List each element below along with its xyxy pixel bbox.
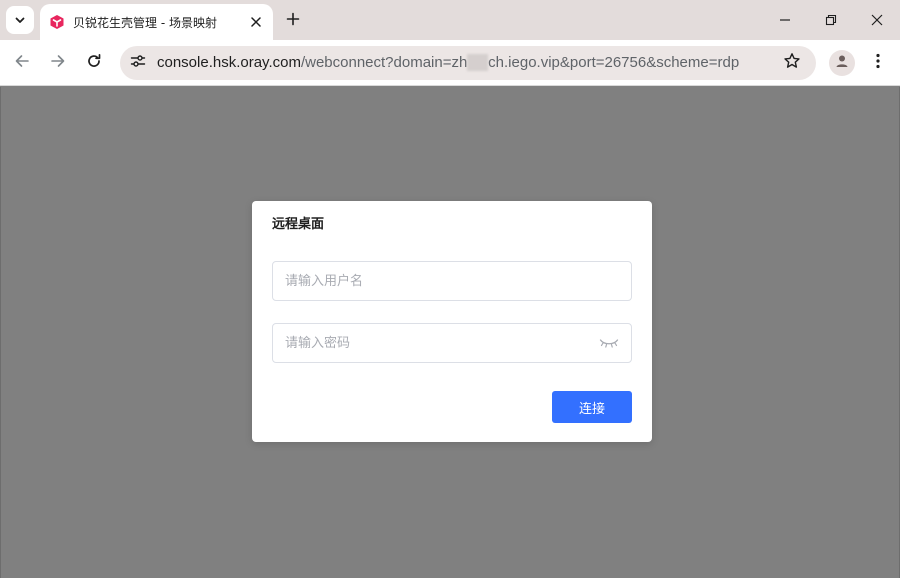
star-icon	[783, 52, 801, 74]
chevron-down-icon	[14, 11, 26, 30]
forward-button[interactable]	[43, 48, 73, 78]
plus-icon	[286, 11, 300, 30]
arrow-left-icon	[14, 53, 30, 73]
profile-button[interactable]	[829, 50, 855, 76]
url-host: console.hsk.oray.com	[157, 54, 301, 71]
username-field	[272, 261, 632, 301]
url-path-start: /webconnect?domain=zh	[300, 54, 468, 71]
address-bar[interactable]: console.hsk.oray.com/webconnect?domain=z…	[120, 46, 816, 80]
more-vert-icon	[876, 53, 880, 73]
site-info-button[interactable]	[126, 51, 150, 75]
tab-strip: 贝锐花生壳管理 - 场景映射	[0, 0, 900, 40]
new-tab-button[interactable]	[281, 8, 305, 32]
browser-toolbar: console.hsk.oray.com/webconnect?domain=z…	[0, 40, 900, 86]
username-input[interactable]	[273, 262, 573, 300]
minimize-icon	[779, 11, 791, 30]
tab-search-button[interactable]	[6, 6, 34, 34]
connect-button[interactable]: 连接	[552, 391, 632, 423]
person-icon	[834, 53, 850, 73]
oray-logo-icon	[49, 14, 65, 30]
tab-title: 贝锐花生壳管理 - 场景映射	[73, 15, 217, 30]
password-field	[272, 323, 632, 363]
url-text[interactable]: console.hsk.oray.com/webconnect?domain=z…	[157, 54, 739, 72]
close-icon	[871, 11, 883, 30]
arrow-right-icon	[50, 53, 66, 73]
close-icon[interactable]	[247, 13, 265, 31]
minimize-button[interactable]	[762, 0, 808, 40]
dialog-title: 远程桌面	[272, 217, 325, 232]
browser-menu-button[interactable]	[866, 50, 890, 76]
reload-button[interactable]	[79, 48, 109, 78]
tune-icon	[130, 53, 146, 73]
reload-icon	[86, 53, 102, 73]
url-path-end: ch.iego.vip&port=26756&scheme=rdp	[488, 54, 740, 71]
remote-desktop-dialog: 远程桌面 连接	[252, 201, 652, 442]
eye-closed-icon[interactable]	[599, 336, 619, 350]
password-input[interactable]	[273, 324, 573, 362]
url-path-blurred	[467, 54, 489, 71]
restore-icon	[825, 11, 837, 30]
restore-button[interactable]	[808, 0, 854, 40]
close-window-button[interactable]	[854, 0, 900, 40]
back-button[interactable]	[7, 48, 37, 78]
bookmark-button[interactable]	[782, 53, 802, 73]
active-tab[interactable]: 贝锐花生壳管理 - 场景映射	[40, 4, 273, 40]
